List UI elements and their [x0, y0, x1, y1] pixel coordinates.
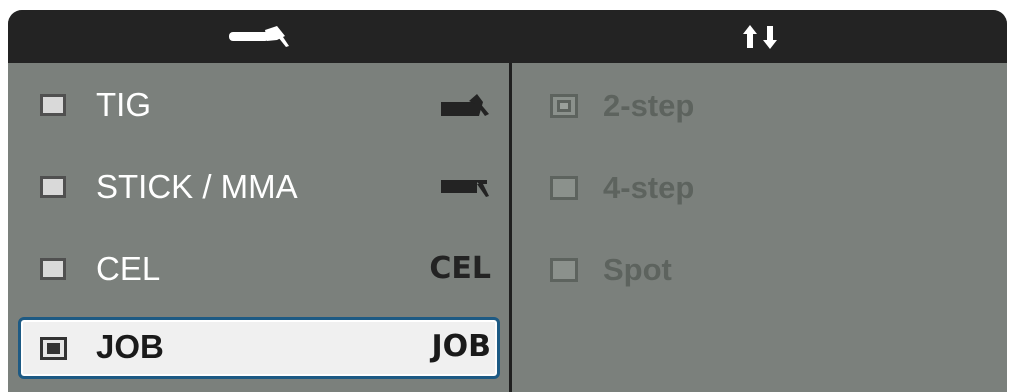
checkbox: [550, 258, 578, 282]
list-item-tig[interactable]: TIG: [8, 63, 509, 145]
list-item-cel[interactable]: CEL CEL: [8, 227, 509, 309]
welding-mode-panel: TIG STICK / MMA CEL CEL JOB JOB 2-step 4…: [8, 10, 1007, 392]
list-item-2-step: 2-step: [512, 63, 1007, 145]
trigger-label: 2-step: [603, 88, 695, 123]
mode-label: CEL: [96, 250, 161, 287]
panel-header: [8, 10, 1007, 63]
mode-label: JOB: [96, 328, 164, 365]
checkbox[interactable]: [40, 94, 66, 116]
cel-mode-badge: CEL: [429, 251, 491, 286]
trigger-label: 4-step: [603, 170, 695, 205]
process-tab[interactable]: [8, 10, 511, 63]
list-item-spot: Spot: [512, 227, 1007, 309]
checkbox-selected[interactable]: [40, 337, 67, 360]
process-mode-list: TIG STICK / MMA CEL CEL JOB JOB: [8, 63, 509, 392]
trigger-tab[interactable]: [513, 10, 1007, 63]
checkbox: [550, 94, 578, 118]
list-item-4-step: 4-step: [512, 145, 1007, 227]
list-item-stick-mma[interactable]: STICK / MMA: [8, 145, 509, 227]
mode-label: STICK / MMA: [96, 168, 298, 205]
selection-frame: [18, 317, 500, 379]
checkbox: [550, 176, 578, 200]
checkbox[interactable]: [40, 176, 66, 198]
checkbox[interactable]: [40, 258, 66, 280]
welding-torch-icon: [228, 25, 289, 47]
tig-torch-icon: [439, 87, 491, 123]
stick-electrode-icon: [439, 169, 491, 205]
job-mode-badge: JOB: [431, 329, 491, 364]
mode-label: TIG: [96, 86, 151, 123]
up-down-arrows-icon: [743, 24, 777, 49]
trigger-mode-list: 2-step 4-step Spot: [512, 63, 1007, 392]
trigger-label: Spot: [603, 252, 672, 287]
